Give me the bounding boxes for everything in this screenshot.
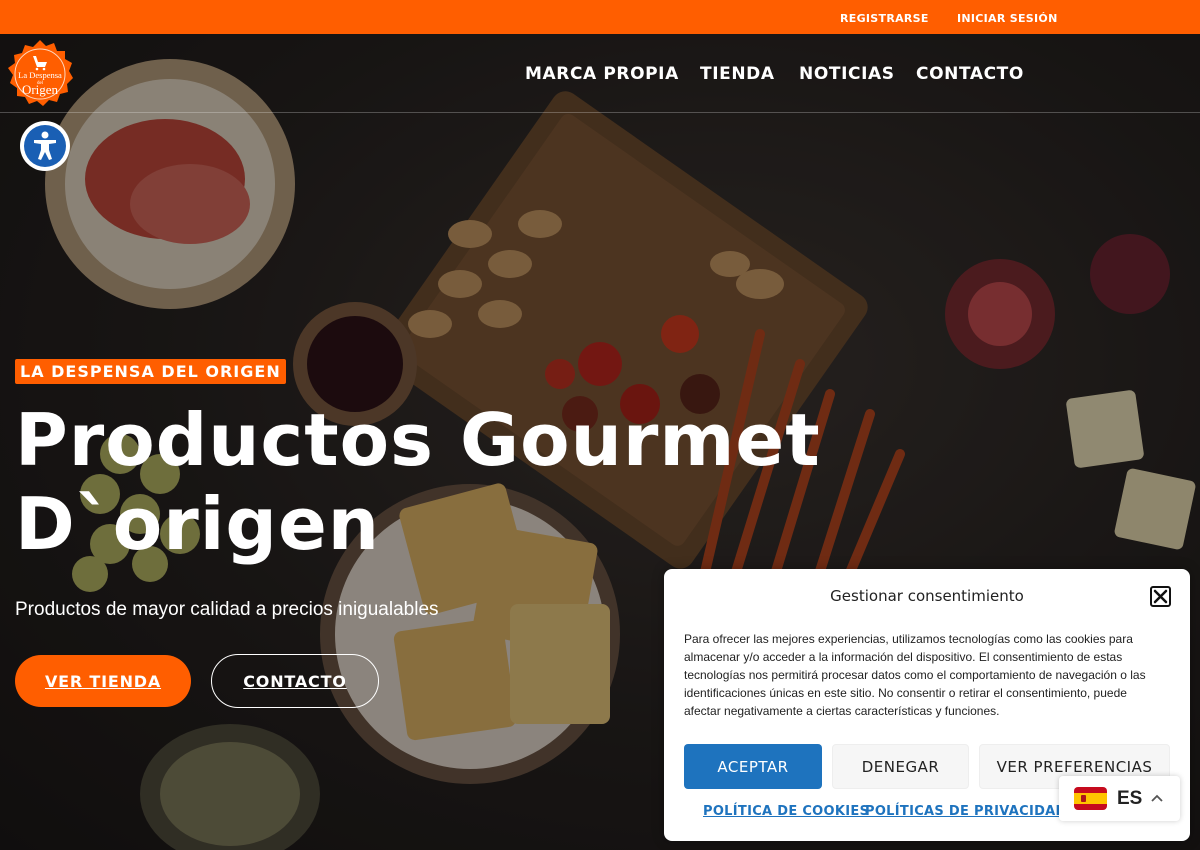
nav-item-noticias[interactable]: NOTICIAS [799, 64, 895, 84]
site-logo[interactable]: La Despensa del Origen [5, 38, 75, 108]
consent-title: Gestionar consentimiento [830, 587, 1024, 605]
privacy-policy-link[interactable]: POLÍTICAS DE PRIVACIDAD [865, 804, 1067, 819]
logo-text-1: La Despensa [18, 70, 62, 80]
hero-badge: LA DESPENSA DEL ORIGEN [15, 359, 286, 384]
register-link[interactable]: REGISTRARSE [840, 12, 929, 25]
nav-item-tienda[interactable]: TIENDA [700, 64, 775, 84]
accessibility-icon [34, 131, 56, 160]
hero-subtitle: Productos de mayor calidad a precios ini… [15, 599, 439, 620]
logo-text-3: Origen [22, 82, 59, 97]
language-switcher[interactable]: ES [1059, 776, 1180, 821]
close-icon [1153, 589, 1168, 604]
chevron-up-icon [1151, 794, 1163, 802]
accept-button[interactable]: ACEPTAR [684, 744, 822, 789]
language-code: ES [1117, 788, 1143, 809]
consent-close-button[interactable] [1150, 586, 1171, 607]
consent-body: Para ofrecer las mejores experiencias, u… [684, 632, 1146, 718]
hero-headline: Productos Gourmet D`origen [15, 398, 835, 566]
accessibility-button[interactable] [20, 121, 70, 171]
top-bar: REGISTRARSE INICIAR SESIÓN [0, 0, 1200, 34]
cookie-policy-link[interactable]: POLÍTICA DE COOKIES [703, 804, 869, 819]
nav-divider [0, 112, 1200, 113]
deny-button[interactable]: DENEGAR [832, 744, 969, 789]
hero-headline-line-1: Productos Gourmet [15, 398, 821, 482]
contact-button[interactable]: CONTACTO [211, 654, 379, 708]
nav-item-marca-propia[interactable]: MARCA PROPIA [525, 64, 679, 84]
spain-flag-icon [1074, 787, 1107, 810]
nav-item-contacto[interactable]: CONTACTO [916, 64, 1024, 84]
shop-button[interactable]: VER TIENDA [15, 655, 191, 707]
hero-headline-line-2: D`origen [15, 482, 381, 566]
login-link[interactable]: INICIAR SESIÓN [957, 12, 1058, 25]
